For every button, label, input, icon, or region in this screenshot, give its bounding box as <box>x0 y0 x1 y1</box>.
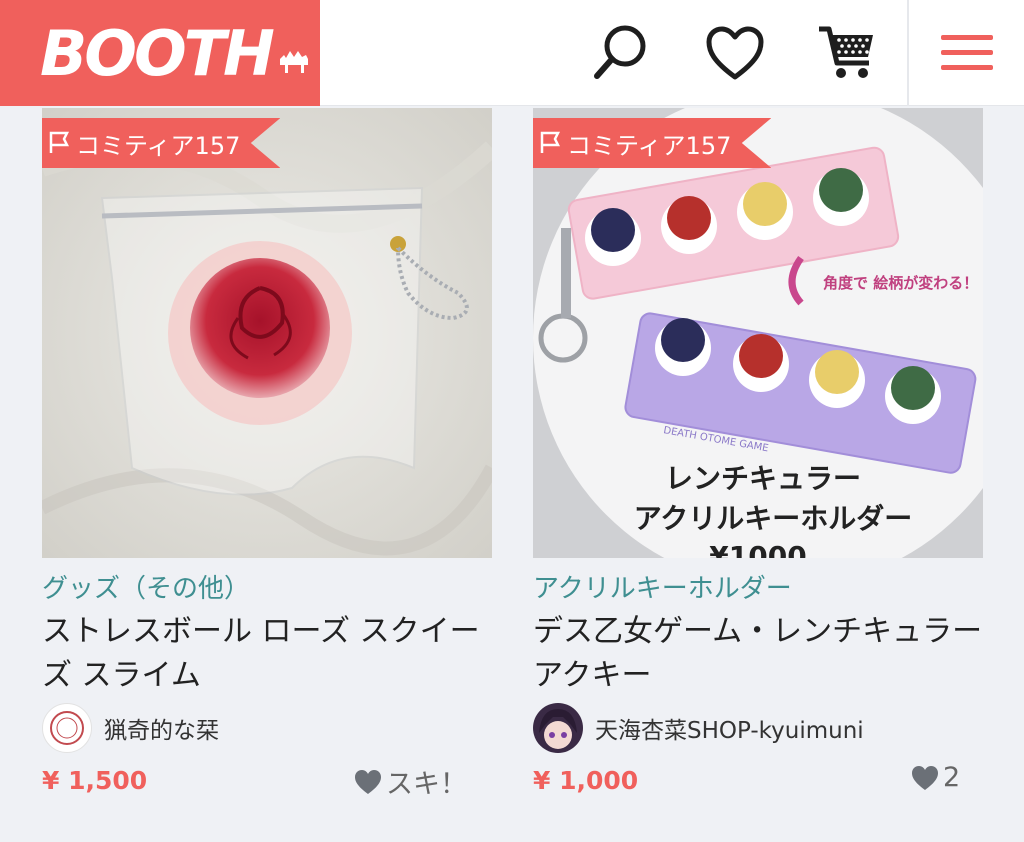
booth-logo[interactable]: BOOTH <box>0 0 320 106</box>
shop-avatar <box>42 703 92 753</box>
like-button[interactable]: 2 <box>911 762 960 793</box>
header-divider <box>907 0 909 106</box>
lenticular-keychain-photo: レンチキュラー アクリルキーホルダー ¥1000 角度で 絵柄が変わる！ DEA… <box>533 108 983 558</box>
product-title[interactable]: デス乙女ゲーム・レンチキュラーアクキー <box>533 610 993 698</box>
product-card[interactable]: コミティア157 グッズ（その他） ストレスボール ローズ スクイーズ スライム… <box>42 108 492 800</box>
image-text-line1: レンチキュラー <box>665 462 861 495</box>
rose-squeeze-photo <box>42 108 492 558</box>
product-category[interactable]: アクリルキーホルダー <box>533 568 792 605</box>
site-header: BOOTH <box>0 0 1024 106</box>
product-price: ¥ 1,500 <box>42 766 148 795</box>
hamburger-menu-icon[interactable] <box>932 18 1002 88</box>
like-count: 2 <box>943 762 961 793</box>
flag-icon <box>49 131 70 153</box>
event-tag-label: コミティア157 <box>567 131 732 160</box>
flag-icon <box>540 131 561 153</box>
search-icon[interactable] <box>585 18 655 88</box>
heart-filled-icon <box>355 769 381 794</box>
event-tag[interactable]: コミティア157 <box>533 118 772 168</box>
product-category[interactable]: グッズ（その他） <box>42 568 250 605</box>
product-price: ¥ 1,000 <box>533 766 639 795</box>
image-note: 角度で 絵柄が変わる！ <box>823 274 978 292</box>
product-image[interactable]: レンチキュラー アクリルキーホルダー ¥1000 角度で 絵柄が変わる！ DEA… <box>533 108 983 558</box>
product-title[interactable]: ストレスボール ローズ スクイーズ スライム <box>42 610 502 698</box>
shop-avatar <box>533 703 583 753</box>
image-text-line3: ¥1000 <box>709 540 806 558</box>
camel-icon <box>279 51 308 73</box>
image-text-line2: アクリルキーホルダー <box>634 502 913 535</box>
like-button[interactable]: スキ！ <box>354 762 467 801</box>
heart-icon[interactable] <box>700 18 770 88</box>
product-image[interactable]: コミティア157 <box>42 108 492 558</box>
logo-text: BOOTH <box>40 16 275 90</box>
cart-icon[interactable] <box>812 18 882 88</box>
event-tag[interactable]: コミティア157 <box>42 118 281 168</box>
shop-name: 猟奇的な栞 <box>104 718 219 744</box>
shop-name: 天海杏菜SHOP-kyuimuni <box>595 718 864 744</box>
heart-filled-icon <box>912 765 938 790</box>
event-tag-label: コミティア157 <box>76 131 241 160</box>
shop-link[interactable]: 猟奇的な栞 <box>42 702 219 754</box>
product-card[interactable]: レンチキュラー アクリルキーホルダー ¥1000 角度で 絵柄が変わる！ DEA… <box>533 108 983 795</box>
like-label: スキ！ <box>386 769 467 800</box>
shop-link[interactable]: 天海杏菜SHOP-kyuimuni <box>533 702 864 754</box>
